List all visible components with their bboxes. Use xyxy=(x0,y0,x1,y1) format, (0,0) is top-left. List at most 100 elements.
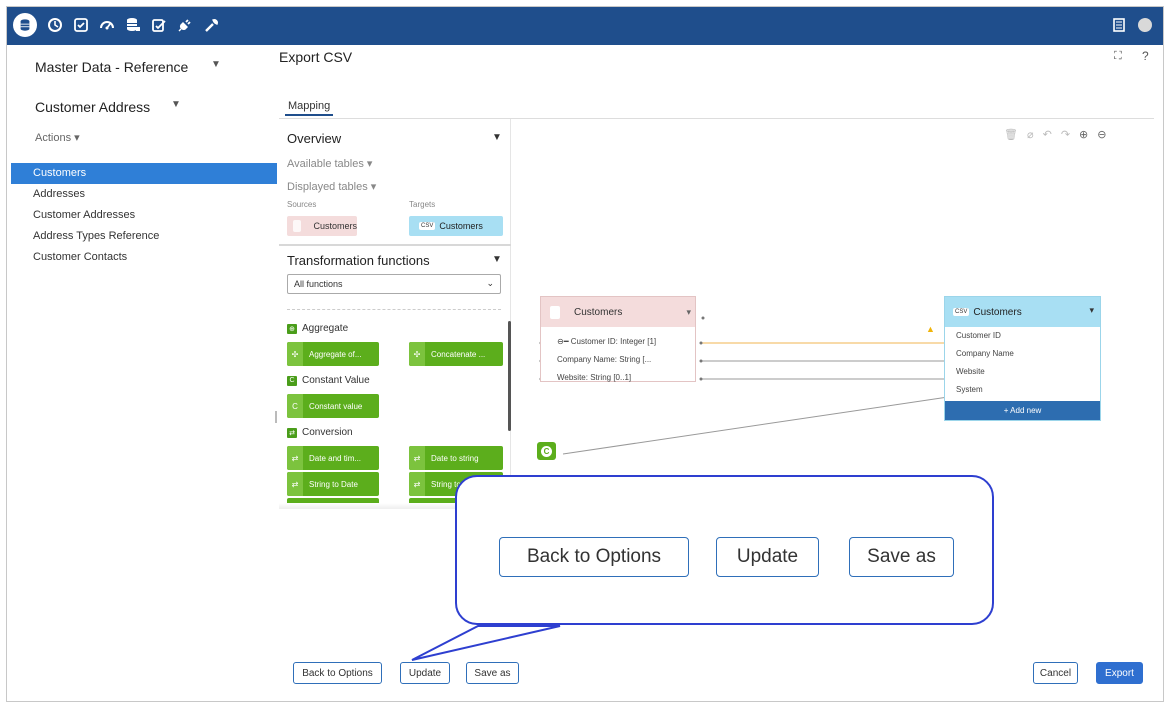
edit-check-icon[interactable] xyxy=(149,15,169,35)
canvas-toolbar: 🗑⌀↶↷⊕⊖ xyxy=(1004,128,1115,141)
function-aggregate-of[interactable]: ✣ Aggregate of... xyxy=(287,342,379,366)
conversion-icon: ⇄ xyxy=(287,446,303,470)
target-field-customer-id[interactable]: Customer ID xyxy=(945,327,1100,345)
function-date-and-time[interactable]: ⇄ Date and tim... xyxy=(287,446,379,470)
sidebar-item-customer-contacts[interactable]: Customer Contacts xyxy=(11,247,277,268)
tab-mapping[interactable]: Mapping xyxy=(285,98,334,116)
csv-icon: CSV xyxy=(953,308,970,316)
chevron-down-icon: ⌄ xyxy=(486,278,494,288)
cancel-button[interactable]: Cancel xyxy=(1033,662,1078,684)
callout-save-as-button[interactable]: Save as xyxy=(849,537,954,577)
callout-back-to-options-button[interactable]: Back to Options xyxy=(499,537,689,577)
function-label: Date and tim... xyxy=(309,453,362,463)
function-string-to-date[interactable]: ⇄ String to Date xyxy=(287,472,379,496)
warning-icon[interactable]: ▲ xyxy=(926,324,935,334)
update-button[interactable]: Update xyxy=(400,662,450,684)
avatar[interactable] xyxy=(1135,15,1155,35)
sidebar-item-address-types-reference[interactable]: Address Types Reference xyxy=(11,226,277,247)
source-chip-customers[interactable]: Customers xyxy=(287,216,357,236)
node-menu-icon[interactable]: ▾ xyxy=(686,307,691,318)
target-node-customers[interactable]: CSV Customers ▾ Customer ID Company Name W… xyxy=(944,296,1101,421)
displayed-tables-dropdown[interactable]: Displayed tables ▾ xyxy=(287,180,376,193)
redo-icon[interactable]: ↷ xyxy=(1061,129,1079,141)
category-aggregate: ⊕ Aggregate xyxy=(287,323,348,334)
clock-icon[interactable] xyxy=(45,15,65,35)
unlink-icon[interactable]: ⌀ xyxy=(1027,129,1043,141)
category-label: Conversion xyxy=(302,427,353,438)
source-field-website[interactable]: Website: String [0..1] xyxy=(541,369,695,387)
target-field-website[interactable]: Website xyxy=(945,363,1100,381)
model-selector[interactable]: Master Data - Reference xyxy=(35,59,188,75)
left-sidebar: Master Data - Reference ▼ Customer Addre… xyxy=(7,45,279,701)
chevron-down-icon[interactable]: ▼ xyxy=(171,99,181,110)
function-constant-value[interactable]: C Constant value xyxy=(287,394,379,418)
back-to-options-button[interactable]: Back to Options xyxy=(293,662,382,684)
export-button[interactable]: Export xyxy=(1096,662,1143,684)
category-label: Constant Value xyxy=(302,375,370,386)
avatar-circle xyxy=(1138,18,1152,32)
database-stack-icon[interactable] xyxy=(123,15,143,35)
entity-selector[interactable]: Customer Address xyxy=(35,99,150,115)
sources-label: Sources xyxy=(287,200,317,209)
chevron-down-icon[interactable]: ▼ xyxy=(211,59,221,70)
help-icon[interactable]: ? xyxy=(1142,49,1149,63)
zoom-callout: Back to Options Update Save as xyxy=(455,475,994,625)
actions-label: Actions xyxy=(35,132,72,144)
source-chip-label: Customers xyxy=(313,221,357,231)
conversion-icon: ⇄ xyxy=(287,472,303,496)
undo-icon[interactable]: ↶ xyxy=(1043,129,1061,141)
category-conversion: ⇄ Conversion xyxy=(287,427,353,438)
database-icon[interactable] xyxy=(13,13,37,37)
source-field-company-name[interactable]: Company Name: String [... xyxy=(541,351,695,369)
available-tables-dropdown[interactable]: Available tables ▾ xyxy=(287,157,372,170)
add-new-field-button[interactable]: + Add new xyxy=(945,401,1100,420)
collapse-caret-icon[interactable]: ▼ xyxy=(492,132,502,143)
tab-bar: Mapping xyxy=(285,96,334,120)
callout-update-button[interactable]: Update xyxy=(716,537,819,577)
constant-icon: C xyxy=(287,394,303,418)
save-as-button[interactable]: Save as xyxy=(466,662,519,684)
delete-icon[interactable]: 🗑 xyxy=(1004,129,1027,141)
function-filter-select[interactable]: All functions ⌄ xyxy=(287,274,501,294)
move-icon: ✣ xyxy=(409,342,425,366)
source-node-customers[interactable]: Customers ▾ ⊖━ Customer ID: Integer [1] C… xyxy=(540,296,696,382)
available-tables-label: Available tables xyxy=(287,158,364,170)
table-icon xyxy=(550,305,560,319)
target-node-header: CSV Customers ▾ xyxy=(945,297,1100,327)
source-field-customer-id[interactable]: ⊖━ Customer ID: Integer [1] xyxy=(541,333,695,351)
displayed-tables-label: Displayed tables xyxy=(287,181,368,193)
actions-menu[interactable]: Actions ▾ xyxy=(35,131,80,144)
zoom-in-icon[interactable]: ⊕ xyxy=(1079,129,1097,141)
target-field-system[interactable]: System xyxy=(945,381,1100,399)
sidebar-item-customer-addresses[interactable]: Customer Addresses xyxy=(11,205,277,226)
fullscreen-icon[interactable]: ⛶ xyxy=(1114,50,1122,63)
document-icon[interactable] xyxy=(1109,15,1129,35)
gauge-icon[interactable] xyxy=(97,15,117,35)
function-label: Date to string xyxy=(431,453,479,463)
field-label: Customer ID: Integer [1] xyxy=(570,337,657,346)
node-menu-icon[interactable]: ▾ xyxy=(1089,305,1094,316)
function-label: String to Date xyxy=(309,479,358,489)
key-icon: ⊖━ xyxy=(557,337,571,346)
source-node-header: Customers ▾ xyxy=(541,297,695,327)
wrench-icon[interactable] xyxy=(201,15,221,35)
sidebar-item-addresses[interactable]: Addresses xyxy=(11,184,277,205)
target-field-company-name[interactable]: Company Name xyxy=(945,345,1100,363)
conversion-icon: ⇄ xyxy=(409,446,425,470)
function-label: Aggregate of... xyxy=(309,349,362,359)
checklist-icon[interactable] xyxy=(71,15,91,35)
sidebar-item-customers[interactable]: Customers xyxy=(11,163,277,184)
function-label: Concatenate ... xyxy=(431,349,486,359)
function-concatenate[interactable]: ✣ Concatenate ... xyxy=(409,342,503,366)
target-chip-customers[interactable]: CSV Customers xyxy=(409,216,503,236)
plug-icon[interactable] xyxy=(175,15,195,35)
collapse-caret-icon[interactable]: ▼ xyxy=(492,254,502,265)
targets-label: Targets xyxy=(409,200,436,209)
table-icon xyxy=(293,220,302,232)
constant-value-node[interactable]: C xyxy=(537,442,556,460)
function-date-to-string[interactable]: ⇄ Date to string xyxy=(409,446,503,470)
zoom-out-icon[interactable]: ⊖ xyxy=(1097,129,1115,141)
entity-list: Customers Addresses Customer Addresses A… xyxy=(11,163,277,268)
conversion-icon: ⇄ xyxy=(287,427,297,438)
panel-splitter[interactable] xyxy=(275,411,277,423)
